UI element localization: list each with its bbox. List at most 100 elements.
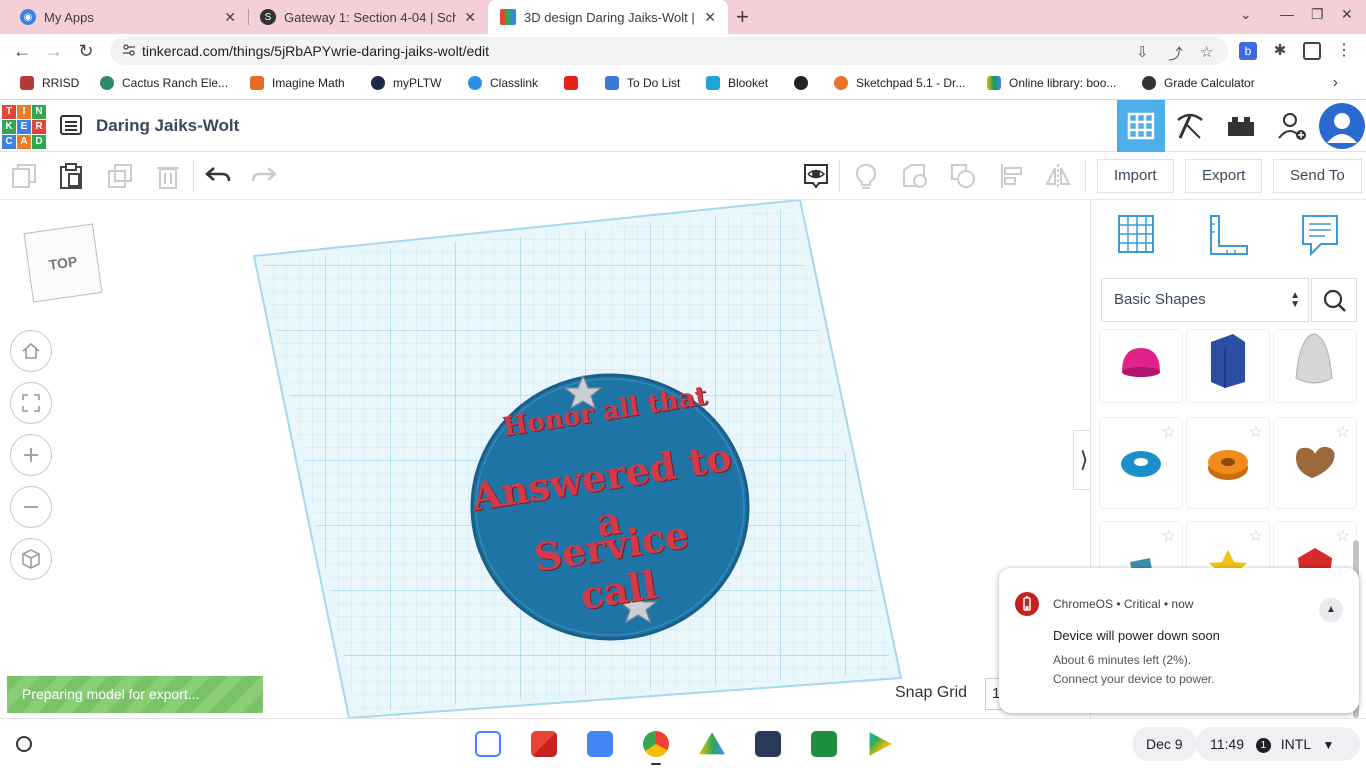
- group-icon[interactable]: [901, 162, 929, 190]
- play-store-icon[interactable]: [869, 732, 892, 756]
- side-panel-icon[interactable]: [1303, 42, 1321, 60]
- site-info-icon[interactable]: [122, 43, 136, 57]
- date-pill[interactable]: Dec 9: [1132, 727, 1197, 761]
- blocks-view-button[interactable]: [1166, 100, 1214, 152]
- chrome-icon[interactable]: [643, 731, 669, 757]
- duplicate-icon[interactable]: [106, 162, 134, 190]
- app-icon[interactable]: [755, 731, 781, 757]
- bookmark-to-do-list[interactable]: To Do List: [605, 76, 680, 90]
- restore-icon[interactable]: ❐: [1311, 6, 1324, 23]
- zoom-in-button[interactable]: [10, 434, 52, 476]
- lego-view-button[interactable]: [1217, 100, 1265, 152]
- redo-icon[interactable]: [250, 162, 278, 190]
- export-button[interactable]: Export: [1185, 159, 1263, 193]
- more-menu-icon[interactable]: ⋮: [1335, 42, 1353, 60]
- fit-view-button[interactable]: [10, 382, 52, 424]
- design-list-icon[interactable]: [60, 115, 82, 135]
- copy-icon[interactable]: [10, 162, 38, 190]
- chevron-up-icon[interactable]: ▲: [1319, 598, 1343, 622]
- gmail-icon[interactable]: [531, 731, 557, 757]
- favorite-star-icon[interactable]: ☆: [1162, 526, 1176, 546]
- launcher-icon[interactable]: [16, 736, 32, 752]
- calendar-icon[interactable]: [475, 731, 501, 757]
- logo-letter: A: [17, 135, 31, 149]
- shape-paraboloid[interactable]: [1274, 330, 1356, 402]
- bookmark-star-icon[interactable]: ☆: [1200, 43, 1213, 61]
- bookmark-grade-calculator[interactable]: Grade Calculator: [1142, 76, 1255, 90]
- home-view-button[interactable]: [10, 330, 52, 372]
- logo-letter: D: [32, 135, 46, 149]
- notes-toggle-icon[interactable]: [802, 162, 830, 190]
- shape-tube[interactable]: ☆: [1187, 418, 1269, 508]
- favorite-star-icon[interactable]: ☆: [1249, 422, 1263, 442]
- bookmark-classlink[interactable]: Classlink: [468, 76, 538, 90]
- tab-search-icon[interactable]: ⌄: [1240, 6, 1252, 23]
- paste-icon[interactable]: [57, 162, 85, 190]
- close-icon[interactable]: ✕: [704, 9, 716, 26]
- view-cube[interactable]: TOP: [23, 223, 103, 303]
- bookmark-mypltw[interactable]: myPLTW: [371, 76, 441, 90]
- plus-icon: [24, 448, 38, 462]
- send-to-button[interactable]: Send To: [1273, 159, 1362, 193]
- ruler-icon[interactable]: [1205, 212, 1251, 258]
- shape-torus[interactable]: ☆: [1100, 418, 1182, 508]
- 3d-design-view-button[interactable]: [1117, 100, 1165, 152]
- input-method-label: INTL: [1280, 736, 1311, 752]
- delete-icon[interactable]: [154, 162, 182, 190]
- favorite-star-icon[interactable]: ☆: [1162, 422, 1176, 442]
- perspective-button[interactable]: [10, 538, 52, 580]
- bookmark-rrisd[interactable]: RRISD: [20, 76, 79, 90]
- tab-tinkercad[interactable]: 3D design Daring Jaiks-Wolt | Tin... ✕: [488, 0, 728, 34]
- extension-b-icon[interactable]: b: [1239, 42, 1257, 60]
- forward-icon[interactable]: →: [42, 39, 66, 63]
- minimize-icon[interactable]: —: [1280, 6, 1294, 22]
- workplane-icon[interactable]: [1113, 212, 1159, 258]
- address-bar[interactable]: tinkercad.com/things/5jRbAPYwrie-daring-…: [110, 37, 1228, 65]
- bookmark-imagine-math[interactable]: Imagine Math: [250, 76, 345, 90]
- close-icon[interactable]: ✕: [224, 9, 236, 26]
- back-icon[interactable]: ←: [10, 39, 34, 63]
- close-icon[interactable]: ✕: [464, 9, 476, 26]
- power-notification[interactable]: ChromeOS • Critical • now Device will po…: [999, 568, 1359, 713]
- import-button[interactable]: Import: [1097, 159, 1174, 193]
- bookmark-sketchpad[interactable]: Sketchpad 5.1 - Dr...: [834, 76, 965, 90]
- favorite-star-icon[interactable]: ☆: [1336, 422, 1350, 442]
- mirror-icon[interactable]: [1044, 162, 1072, 190]
- shape-heart[interactable]: ☆: [1274, 418, 1356, 508]
- bookmark-online-library[interactable]: Online library: boo...: [987, 76, 1116, 90]
- shape-half-sphere[interactable]: [1100, 330, 1182, 402]
- undo-icon[interactable]: [204, 162, 232, 190]
- notes-icon[interactable]: [1297, 212, 1343, 258]
- reload-icon[interactable]: ↻: [74, 39, 98, 63]
- google-classroom-icon[interactable]: [811, 731, 837, 757]
- chevron-right-icon[interactable]: ›: [1333, 74, 1338, 92]
- shape-library-select[interactable]: Basic Shapes ▲ ▼: [1101, 278, 1309, 322]
- bookmark-github[interactable]: [794, 76, 816, 90]
- shape-polygon[interactable]: [1187, 330, 1269, 402]
- invite-user-button[interactable]: [1268, 100, 1316, 152]
- google-docs-icon[interactable]: [587, 731, 613, 757]
- tab-gateway[interactable]: S Gateway 1: Section 4-04 | School... ✕: [248, 0, 488, 34]
- new-tab-icon[interactable]: +: [736, 4, 749, 30]
- workplane-canvas[interactable]: Honor all that Answered to a Service cal…: [0, 200, 1090, 718]
- extensions-puzzle-icon[interactable]: ✱: [1271, 42, 1289, 60]
- bookmark-youtube[interactable]: [564, 76, 586, 90]
- favorite-star-icon[interactable]: ☆: [1249, 526, 1263, 546]
- shape-search-button[interactable]: [1311, 278, 1357, 322]
- favorite-star-icon[interactable]: ☆: [1336, 526, 1350, 546]
- install-icon[interactable]: ⇩: [1136, 43, 1149, 61]
- bookmark-blooket[interactable]: Blooket: [706, 76, 768, 90]
- lightbulb-icon[interactable]: [852, 162, 880, 190]
- align-icon[interactable]: [998, 162, 1026, 190]
- bookmark-cactus-ranch[interactable]: Cactus Ranch Ele...: [100, 76, 228, 90]
- close-window-icon[interactable]: ✕: [1341, 6, 1353, 23]
- google-drive-icon[interactable]: [699, 732, 725, 755]
- tab-my-apps[interactable]: ◉ My Apps ✕: [8, 0, 248, 34]
- status-tray[interactable]: 11:49 1 INTL ▼: [1196, 727, 1360, 761]
- zoom-out-button[interactable]: [10, 486, 52, 528]
- tinkercad-logo[interactable]: T I N K E R C A D: [2, 105, 46, 149]
- share-icon[interactable]: ⤴: [1168, 43, 1183, 64]
- design-title[interactable]: Daring Jaiks-Wolt: [96, 116, 239, 136]
- avatar[interactable]: [1319, 103, 1365, 149]
- ungroup-icon[interactable]: [949, 162, 977, 190]
